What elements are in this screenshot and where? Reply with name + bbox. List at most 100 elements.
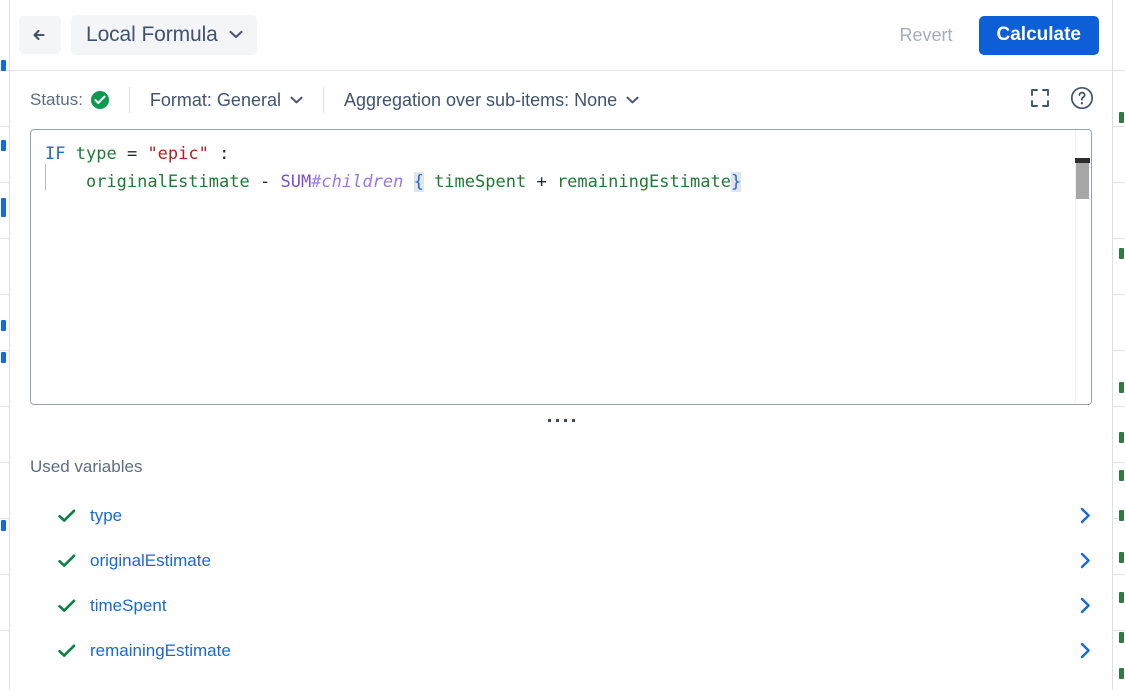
expand-fullscreen-icon [1029, 87, 1051, 114]
chevron-right-icon[interactable] [1075, 642, 1091, 659]
formula-title-dropdown[interactable]: Local Formula [71, 15, 257, 55]
used-variable-row[interactable]: timeSpent [30, 583, 1099, 628]
chevron-right-icon[interactable] [1075, 597, 1091, 614]
editor-vertical-scrollbar[interactable] [1075, 130, 1091, 404]
chevron-down-icon [626, 91, 639, 109]
background-divider [0, 406, 9, 407]
code-token-string-epic: "epic" [147, 144, 209, 164]
resize-dot [547, 418, 551, 422]
code-token-colon: : [219, 144, 230, 164]
background-divider [1113, 70, 1125, 71]
background-divider [1113, 182, 1125, 183]
back-button[interactable] [19, 16, 61, 54]
background-check-fragment [1119, 248, 1124, 259]
used-variable-label: timeSpent [90, 595, 167, 615]
background-divider [1113, 350, 1125, 351]
background-divider [0, 126, 9, 127]
background-check-fragment [1119, 668, 1124, 679]
check-icon [58, 644, 82, 658]
used-variables-list: type originalEstimate timeSpent remainingEs… [30, 493, 1099, 673]
background-text-fragment [1, 206, 6, 217]
code-token-brace-open: { [413, 172, 424, 192]
format-label: Format: General [149, 89, 281, 110]
background-text-fragment [1, 520, 6, 531]
formula-toolbar: Status: Format: General Aggregation over… [10, 71, 1112, 129]
resize-dot [555, 418, 559, 422]
panel-header: Local Formula Revert Calculate [10, 0, 1112, 71]
formula-code-content[interactable]: IF type = "epic" : originalEstimate - SU… [31, 140, 1091, 196]
background-divider [0, 294, 9, 295]
status-group: Status: [30, 90, 109, 110]
background-check-fragment [1119, 432, 1124, 443]
code-token-function-sum: SUM [280, 172, 312, 192]
used-variable-label: originalEstimate [90, 550, 211, 570]
background-check-fragment [1119, 632, 1124, 643]
help-button[interactable] [1065, 83, 1099, 117]
code-token-variable-originalestimate: originalEstimate [85, 172, 250, 192]
background-check-fragment [1119, 510, 1124, 521]
code-token-keyword-if: IF [45, 144, 66, 164]
background-check-fragment [1119, 552, 1124, 563]
background-divider [0, 182, 9, 183]
resize-dot [571, 418, 575, 422]
check-icon [58, 599, 82, 613]
check-icon [58, 554, 82, 568]
editor-scrollbar-thumb[interactable] [1076, 163, 1089, 199]
aggregation-dropdown[interactable]: Aggregation over sub-items: None [344, 90, 639, 111]
used-variable-row[interactable]: originalEstimate [30, 538, 1099, 583]
question-circle-icon [1069, 85, 1095, 116]
chevron-right-icon[interactable] [1075, 507, 1091, 524]
used-variable-label: remainingEstimate [90, 640, 231, 660]
formula-editor-panel: Local Formula Revert Calculate Status: F… [9, 0, 1113, 690]
code-token-variable-timespent: timeSpent [434, 172, 527, 192]
background-divider [1113, 630, 1125, 631]
page-title: Local Formula [86, 23, 218, 46]
background-divider [0, 574, 9, 575]
background-text-fragment [1, 60, 6, 71]
background-check-fragment [1119, 112, 1124, 123]
check-circle-icon [90, 91, 109, 109]
code-token-operator-minus: - [259, 172, 271, 192]
toolbar-divider [128, 87, 130, 113]
formula-code-editor[interactable]: IF type = "epic" : originalEstimate - SU… [30, 129, 1092, 405]
code-token-operator-equals: = [126, 144, 138, 164]
background-check-fragment [1119, 592, 1124, 603]
used-variables-title: Used variables [30, 457, 143, 476]
background-divider [0, 630, 9, 631]
background-divider [0, 238, 9, 239]
expand-fullscreen-button[interactable] [1023, 83, 1057, 117]
editor-resize-handle[interactable] [531, 413, 591, 427]
status-label: Status: [30, 90, 83, 109]
background-divider [1113, 574, 1125, 575]
background-divider [0, 462, 9, 463]
background-text-fragment [1, 320, 6, 331]
chevron-down-icon [290, 91, 303, 109]
background-text-fragment [1, 140, 6, 151]
code-token-variable-type: type [75, 144, 117, 164]
chevron-down-icon [229, 26, 243, 44]
background-divider [1113, 294, 1125, 295]
background-divider [1113, 462, 1125, 463]
background-page-right-sliver [1113, 0, 1125, 690]
background-check-fragment [1119, 382, 1124, 393]
used-variable-label: type [90, 505, 123, 525]
toolbar-divider [322, 87, 324, 113]
code-token-operator-plus: + [536, 172, 547, 192]
background-divider [0, 518, 9, 519]
background-page-left-sliver [0, 0, 9, 690]
used-variable-row[interactable]: remainingEstimate [30, 628, 1099, 673]
format-dropdown[interactable]: Format: General [150, 90, 303, 111]
calculate-button[interactable]: Calculate [978, 15, 1099, 55]
background-divider [1113, 126, 1125, 127]
arrow-left-icon [29, 24, 51, 46]
code-token-variable-remainingestimate: remainingEstimate [556, 172, 731, 192]
chevron-right-icon[interactable] [1075, 552, 1091, 569]
code-token-brace-close: } [730, 172, 742, 192]
revert-button[interactable]: Revert [890, 19, 963, 52]
background-divider [1113, 406, 1125, 407]
check-icon [58, 509, 82, 523]
code-token-qualifier-children: #children [311, 172, 404, 192]
used-variable-row[interactable]: type [30, 493, 1099, 538]
aggregation-label: Aggregation over sub-items: None [343, 89, 618, 110]
background-divider [1113, 238, 1125, 239]
